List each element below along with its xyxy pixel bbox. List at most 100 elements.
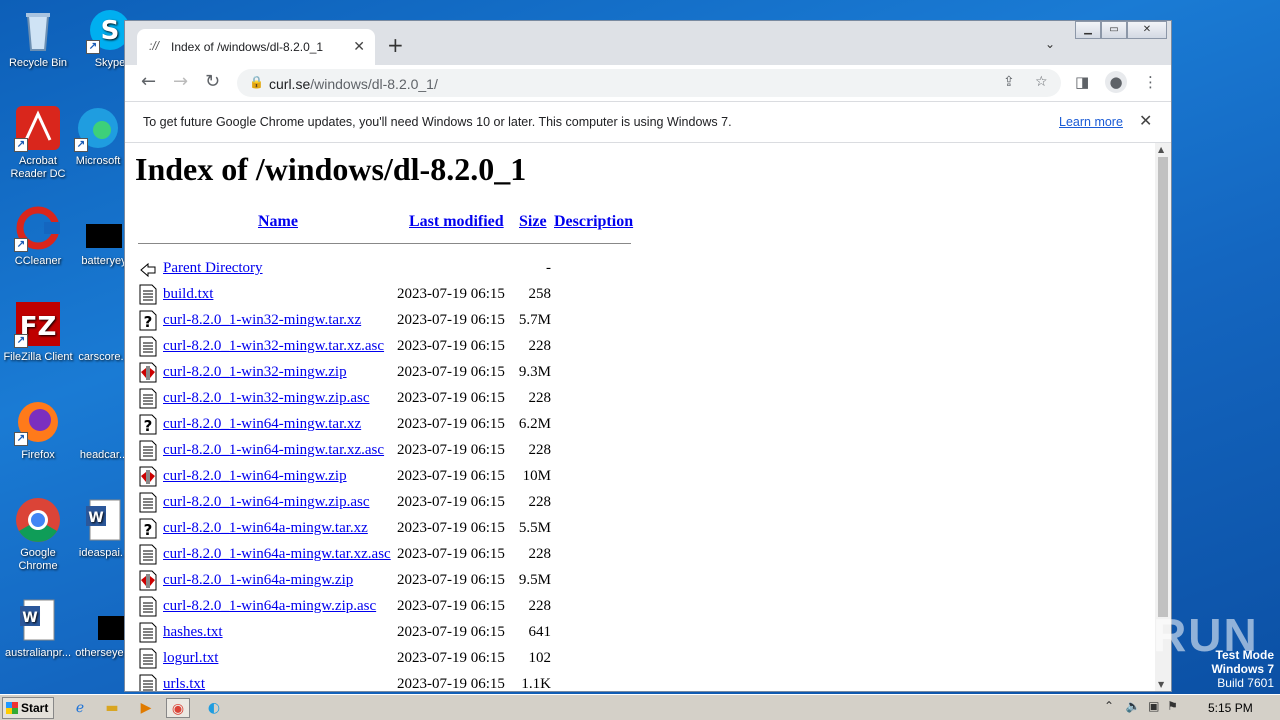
maximize-button[interactable]: ▭ xyxy=(1101,21,1127,39)
file-link[interactable]: curl-8.2.0_1-win64a-mingw.zip.asc xyxy=(163,598,376,615)
recycle-bin-icon xyxy=(14,6,62,54)
desktop-icon-chrome[interactable]: Google Chrome xyxy=(0,496,76,573)
share-icon[interactable]: ⇪ xyxy=(1003,74,1015,90)
chrome-taskbar-icon[interactable]: ◉ xyxy=(166,698,190,718)
browser-tab[interactable]: :// Index of /windows/dl-8.2.0_1 ✕ xyxy=(137,29,375,65)
file-size: 9.5M xyxy=(518,572,551,588)
profile-avatar-icon[interactable]: ● xyxy=(1105,71,1127,93)
unknown-file-icon: ? xyxy=(138,414,158,435)
column-header-size[interactable]: Size xyxy=(519,213,547,231)
bookmark-star-icon[interactable]: ☆ xyxy=(1035,74,1048,90)
file-link[interactable]: curl-8.2.0_1-win64a-mingw.zip xyxy=(163,572,353,589)
file-link[interactable]: urls.txt xyxy=(163,676,205,691)
tab-search-chevron-icon[interactable]: ⌄ xyxy=(1045,37,1055,51)
file-link[interactable]: curl-8.2.0_1-win64-mingw.zip xyxy=(163,468,347,485)
file-size: 5.5M xyxy=(518,520,551,536)
new-tab-button[interactable]: + xyxy=(387,35,404,55)
tray-expand-icon[interactable]: ⌃ xyxy=(1104,699,1114,713)
more-menu-icon[interactable]: ⋮ xyxy=(1143,73,1158,91)
chrome-icon xyxy=(14,496,62,544)
lock-icon[interactable]: 🔒 xyxy=(249,75,264,89)
shortcut-arrow-icon: ↗ xyxy=(14,334,28,348)
file-date: 2023-07-19 06:15 xyxy=(397,650,505,666)
file-link[interactable]: logurl.txt xyxy=(163,650,218,667)
compressed-file-icon xyxy=(138,466,158,487)
file-link[interactable]: curl-8.2.0_1-win32-mingw.zip.asc xyxy=(163,390,369,407)
file-link[interactable]: curl-8.2.0_1-win64-mingw.tar.xz.asc xyxy=(163,442,384,459)
side-panel-icon[interactable]: ◨ xyxy=(1075,73,1089,91)
file-link[interactable]: curl-8.2.0_1-win64a-mingw.tar.xz xyxy=(163,520,368,537)
filezilla-icon: FZ ↗ xyxy=(14,300,62,348)
desktop-icon-australianpr[interactable]: W australianpr... xyxy=(0,596,76,660)
file-link[interactable]: curl-8.2.0_1-win64-mingw.tar.xz xyxy=(163,416,361,433)
file-link[interactable]: hashes.txt xyxy=(163,624,223,641)
back-arrow-icon[interactable]: ← xyxy=(141,71,156,93)
text-file-icon xyxy=(138,596,158,617)
address-bar[interactable]: 🔒 curl.se/windows/dl-8.2.0_1/ ⇪ ☆ xyxy=(237,69,1061,97)
volume-icon[interactable]: 🔈 xyxy=(1126,699,1141,713)
header-divider xyxy=(138,243,631,244)
file-link[interactable]: curl-8.2.0_1-win32-mingw.zip xyxy=(163,364,347,381)
file-date: 2023-07-19 06:15 xyxy=(397,624,505,640)
shortcut-arrow-icon: ↗ xyxy=(86,40,100,54)
file-link[interactable]: Parent Directory xyxy=(163,260,263,277)
file-row: build.txt 2023-07-19 06:15 258 xyxy=(125,283,645,307)
file-icon xyxy=(80,398,128,446)
file-size: 228 xyxy=(528,494,552,510)
desktop-icon-label: Firefox xyxy=(21,449,55,461)
file-link[interactable]: curl-8.2.0_1-win32-mingw.tar.xz.asc xyxy=(163,338,384,355)
minimize-button[interactable]: ▁ xyxy=(1075,21,1101,39)
desktop-icon-ccleaner[interactable]: ↗ CCleaner xyxy=(0,204,76,268)
desktop-icon-label: australianpr... xyxy=(4,647,72,659)
taskbar-clock[interactable]: 5:15 PM xyxy=(1208,701,1253,715)
infobar-close-icon[interactable]: ✕ xyxy=(1139,111,1152,131)
file-date: 2023-07-19 06:15 xyxy=(397,598,505,614)
ccleaner-icon: ↗ xyxy=(14,204,62,252)
desktop-icon-firefox[interactable]: ↗ Firefox xyxy=(0,398,76,462)
close-window-button[interactable]: ✕ xyxy=(1127,21,1167,39)
text-file-icon xyxy=(138,674,158,691)
scrollbar-thumb[interactable] xyxy=(1158,157,1168,617)
learn-more-link[interactable]: Learn more xyxy=(1059,115,1123,129)
file-row: ? curl-8.2.0_1-win64a-mingw.tar.xz 2023-07… xyxy=(125,517,645,541)
file-row: curl-8.2.0_1-win32-mingw.zip 2023-07-19 0… xyxy=(125,361,645,385)
scroll-up-arrow-icon[interactable]: ▲ xyxy=(1158,145,1164,154)
file-link[interactable]: build.txt xyxy=(163,286,213,303)
file-date: 2023-07-19 06:15 xyxy=(397,416,505,432)
internet-explorer-icon[interactable]: ℯ xyxy=(68,698,92,718)
text-file-icon xyxy=(138,284,158,305)
forward-arrow-icon[interactable]: → xyxy=(173,71,188,93)
network-icon[interactable]: ▣ xyxy=(1148,699,1159,713)
taskbar: Start ℯ ▬ ▶ ◉ ◐ ⌃ 🔈 ▣ ⚑ 5:15 PM xyxy=(0,694,1280,720)
file-size: 228 xyxy=(528,546,552,562)
column-header-last-modified[interactable]: Last modified xyxy=(409,213,504,231)
desktop-icon-recycle-bin[interactable]: Recycle Bin xyxy=(0,6,76,70)
svg-text:S: S xyxy=(101,16,120,46)
start-button[interactable]: Start xyxy=(2,697,54,719)
file-link[interactable]: curl-8.2.0_1-win64a-mingw.tar.xz.asc xyxy=(163,546,391,563)
page-title: Index of /windows/dl-8.2.0_1 xyxy=(135,151,527,187)
media-player-icon[interactable]: ▶ xyxy=(134,698,158,718)
file-explorer-icon[interactable]: ▬ xyxy=(100,698,124,718)
desktop-icon-filezilla[interactable]: FZ ↗ FileZilla Client xyxy=(0,300,76,364)
scroll-down-arrow-icon[interactable]: ▼ xyxy=(1158,680,1164,689)
reload-icon[interactable]: ↻ xyxy=(205,71,220,93)
file-size: 5.7M xyxy=(518,312,551,328)
firefox-icon: ↗ xyxy=(14,398,62,446)
file-date: 2023-07-19 06:15 xyxy=(397,312,505,328)
action-center-flag-icon[interactable]: ⚑ xyxy=(1167,699,1178,713)
column-header-name[interactable]: Name xyxy=(258,213,298,231)
file-link[interactable]: curl-8.2.0_1-win32-mingw.tar.xz xyxy=(163,312,361,329)
file-size: 6.2M xyxy=(518,416,551,432)
tab-close-icon[interactable]: ✕ xyxy=(353,38,365,55)
text-file-icon xyxy=(138,622,158,643)
file-date: 2023-07-19 06:15 xyxy=(397,520,505,536)
back-icon xyxy=(138,258,158,279)
unknown-file-icon: ? xyxy=(138,310,158,331)
column-header-description[interactable]: Description xyxy=(554,213,633,231)
edge-taskbar-icon[interactable]: ◐ xyxy=(202,698,226,718)
edge-icon: ↗ xyxy=(74,104,122,152)
file-link[interactable]: curl-8.2.0_1-win64-mingw.zip.asc xyxy=(163,494,369,511)
desktop-icon-label: CCleaner xyxy=(14,255,62,267)
text-file-icon xyxy=(138,388,158,409)
